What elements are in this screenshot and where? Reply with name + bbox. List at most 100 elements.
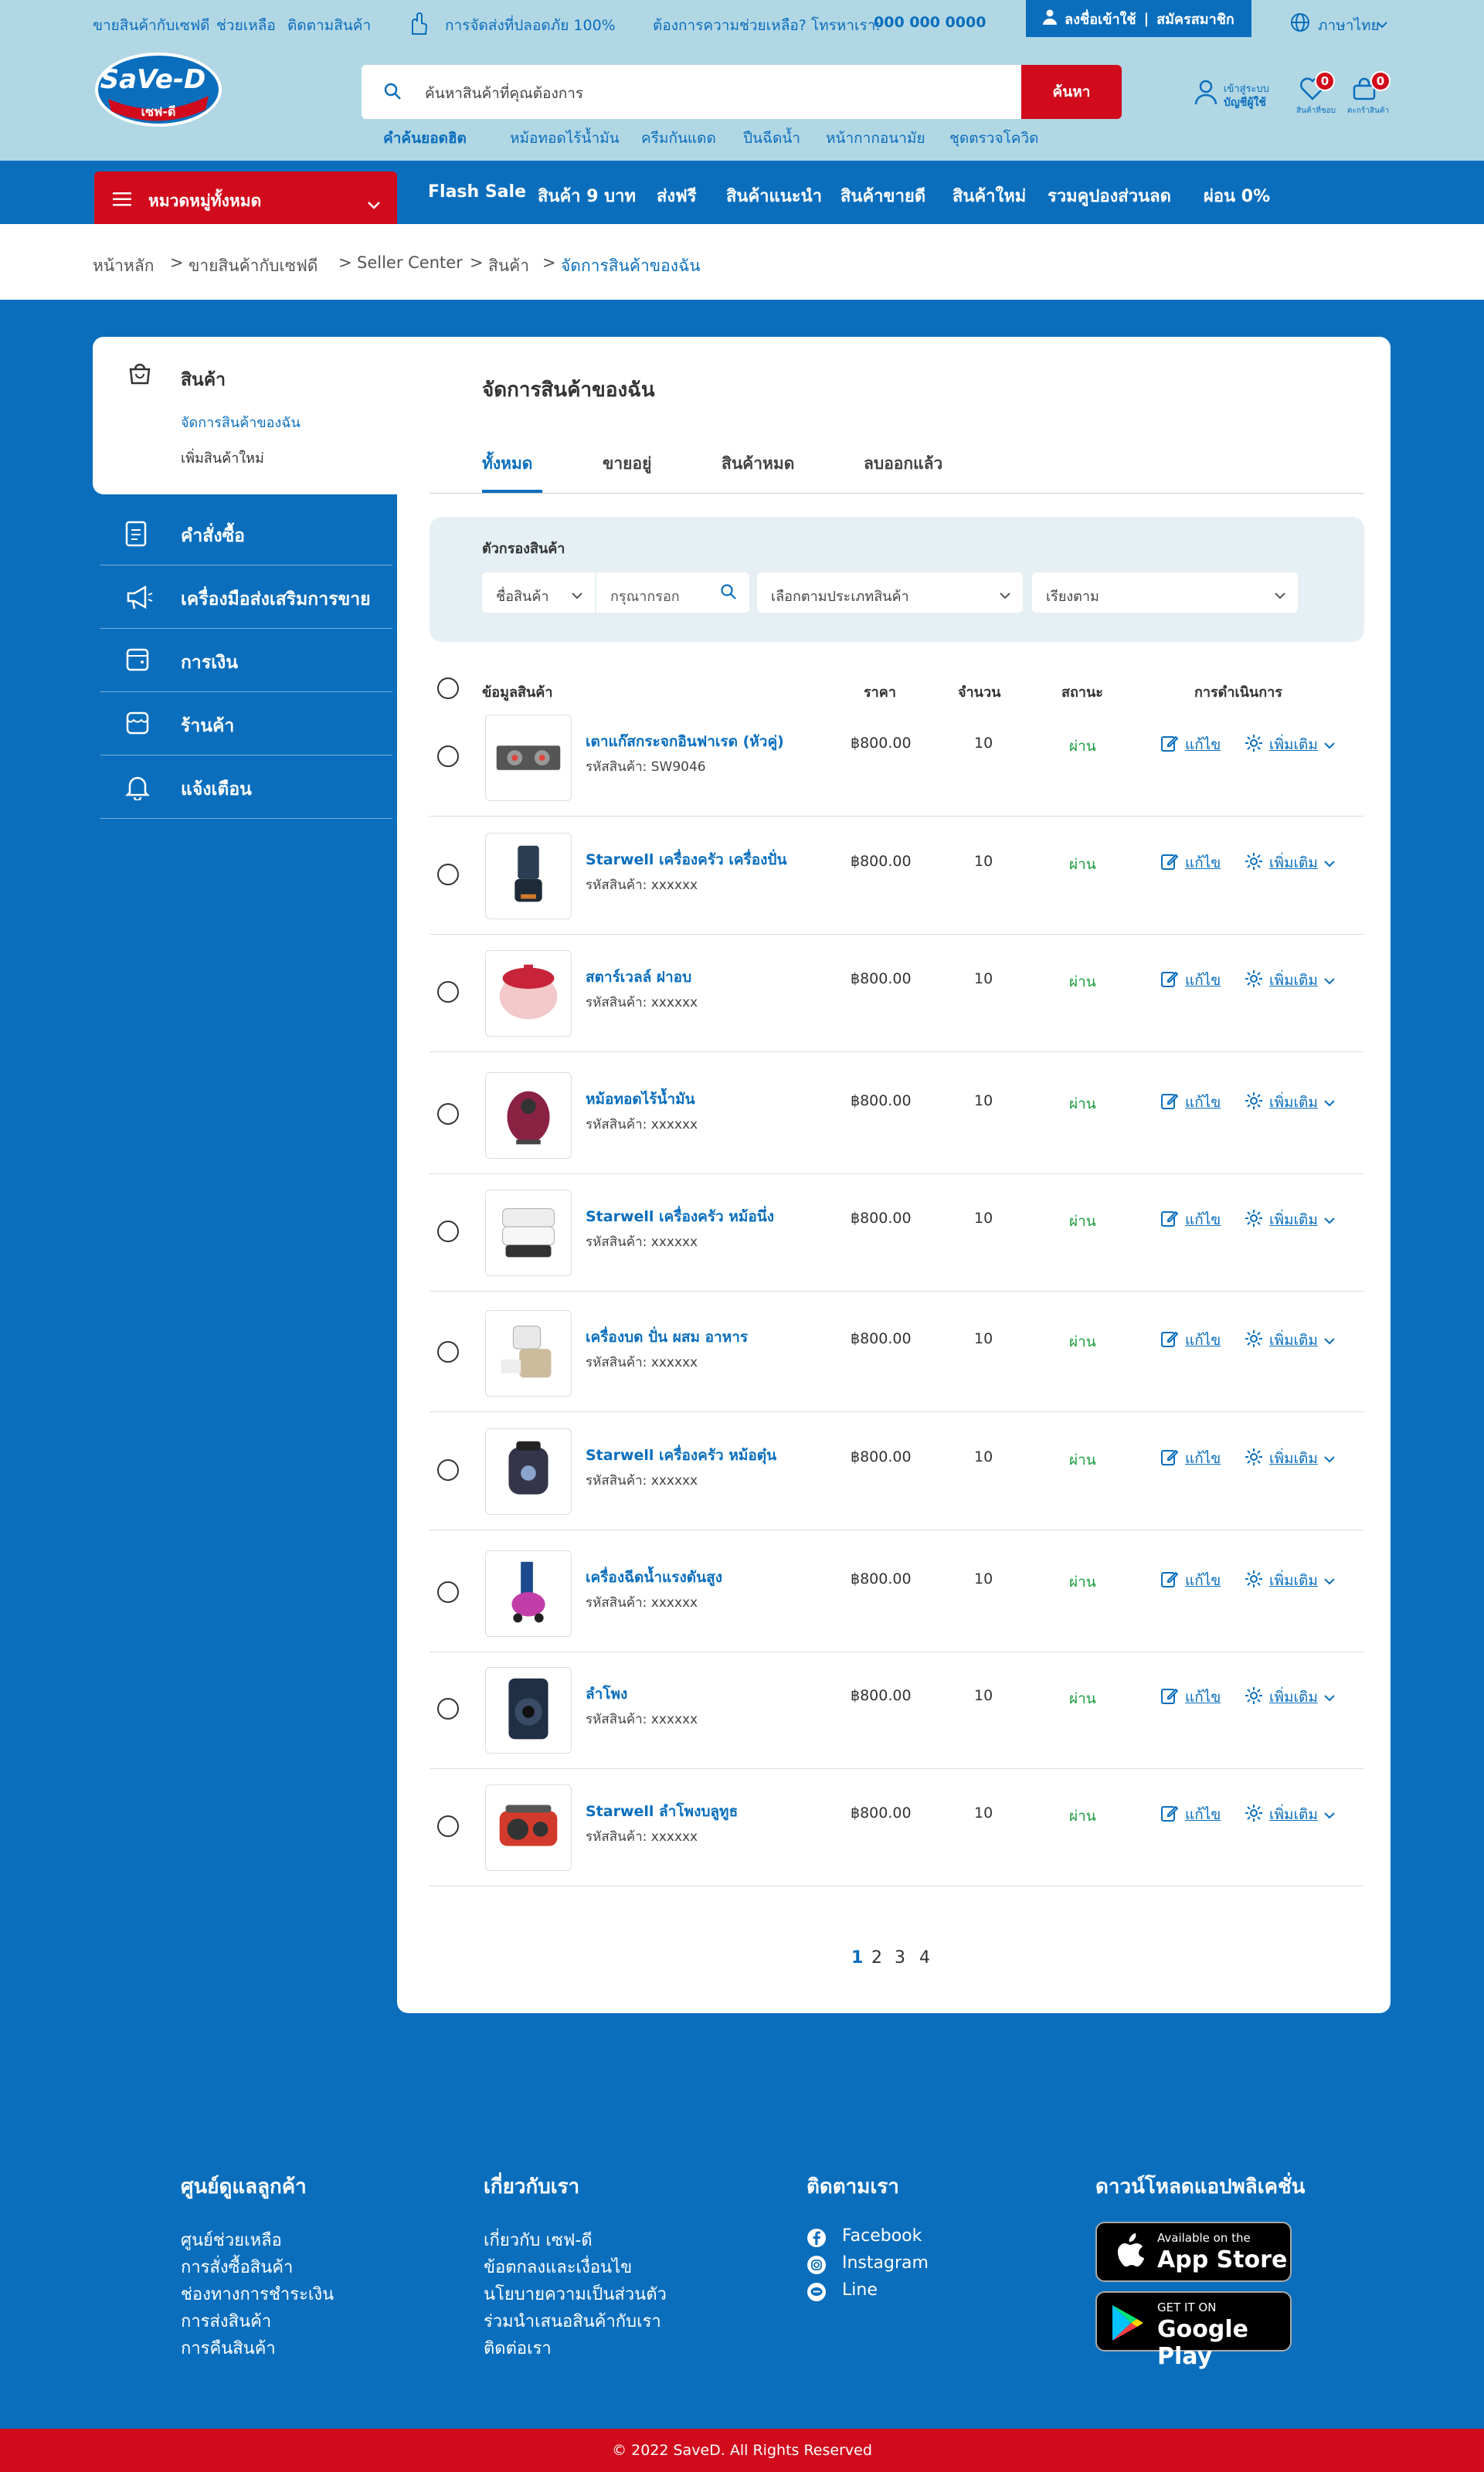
more-actions-button[interactable]: เพิ่มเติม: [1245, 1447, 1335, 1470]
row-select-radio[interactable]: [437, 1698, 459, 1720]
row-select-radio[interactable]: [437, 1221, 459, 1242]
all-categories-button[interactable]: หมวดหมู่ทั้งหมด: [94, 171, 397, 224]
row-select-radio[interactable]: [437, 1103, 459, 1125]
row-select-radio[interactable]: [437, 981, 459, 1003]
sidebar-item-finance[interactable]: การเงิน: [100, 629, 392, 692]
tab-all[interactable]: ทั้งหมด: [482, 451, 532, 477]
edit-button[interactable]: แก้ไข: [1160, 1091, 1221, 1114]
product-name[interactable]: สตาร์เวลล์ ฝาอบ: [586, 966, 691, 989]
product-thumbnail[interactable]: [485, 1428, 572, 1515]
search-button[interactable]: ค้นหา: [1021, 65, 1122, 119]
nav-free-shipping[interactable]: ส่งฟรี: [657, 182, 697, 209]
product-name[interactable]: เตาแก๊สกระจกอินฟาเรด (หัวคู่): [586, 730, 784, 753]
help-phone[interactable]: 000 000 0000: [874, 14, 986, 31]
footer-link[interactable]: การคืนสินค้า: [181, 2334, 276, 2362]
search-icon[interactable]: [720, 583, 737, 604]
row-select-radio[interactable]: [437, 1815, 459, 1837]
footer-link[interactable]: ช่องทางการชำระเงิน: [181, 2280, 334, 2307]
product-thumbnail[interactable]: [485, 715, 572, 801]
breadcrumb-seller-center[interactable]: Seller Center: [357, 253, 463, 272]
product-name[interactable]: Starwell เครื่องครัว หม้อนึ่ง: [586, 1205, 774, 1228]
footer-link[interactable]: การส่งสินค้า: [181, 2307, 271, 2334]
tab-out-of-stock[interactable]: สินค้าหมด: [722, 451, 794, 477]
edit-button[interactable]: แก้ไข: [1160, 1447, 1221, 1470]
product-thumbnail[interactable]: [485, 1310, 572, 1397]
nav-new-products[interactable]: สินค้าใหม่: [953, 182, 1026, 209]
sidebar-item-notifications[interactable]: แจ้งเตือน: [100, 756, 392, 819]
product-thumbnail[interactable]: [485, 1550, 572, 1637]
tab-deleted[interactable]: ลบออกแล้ว: [864, 451, 942, 477]
product-name[interactable]: Starwell เครื่องครัว เครื่องปั่น: [586, 848, 786, 871]
product-name[interactable]: หม้อทอดไร้น้ำมัน: [586, 1088, 695, 1111]
language-select[interactable]: ภาษาไทย: [1318, 14, 1380, 37]
product-thumbnail[interactable]: [485, 1667, 572, 1754]
product-name[interactable]: ลำโพง: [586, 1683, 627, 1706]
product-thumbnail[interactable]: [485, 1072, 572, 1159]
more-actions-button[interactable]: เพิ่มเติม: [1245, 1329, 1335, 1352]
filter-search-input[interactable]: กรุณากรอก: [596, 572, 749, 613]
social-instagram[interactable]: Instagram: [842, 2253, 929, 2273]
nav-flash-sale[interactable]: Flash Sale: [428, 182, 526, 202]
nav-9-baht[interactable]: สินค้า 9 บาท: [538, 182, 636, 209]
more-actions-button[interactable]: เพิ่มเติม: [1245, 1208, 1335, 1231]
filter-category-select[interactable]: เลือกตามประเภทสินค้า: [757, 572, 1023, 613]
footer-link[interactable]: การสั่งซื้อสินค้า: [181, 2253, 293, 2280]
more-actions-button[interactable]: เพิ่มเติม: [1245, 969, 1335, 992]
more-actions-button[interactable]: เพิ่มเติม: [1245, 1569, 1335, 1592]
popular-term[interactable]: หม้อทอดไร้น้ำมัน: [510, 127, 620, 150]
wishlist-button[interactable]: 0 สินค้าที่ชอบ: [1295, 71, 1338, 117]
brand-logo[interactable]: SaVe-D เซฟ-ดี: [93, 51, 224, 128]
edit-button[interactable]: แก้ไข: [1160, 733, 1221, 756]
footer-link[interactable]: ร่วมนำเสนอสินค้ากับเรา: [484, 2307, 661, 2334]
edit-button[interactable]: แก้ไข: [1160, 1686, 1221, 1709]
top-link-help[interactable]: ช่วยเหลือ: [216, 14, 276, 37]
edit-button[interactable]: แก้ไข: [1160, 1569, 1221, 1592]
cart-button[interactable]: 0 ตะกร้าสินค้า: [1347, 71, 1391, 117]
login-link[interactable]: ลงชื่อเข้าใช้: [1065, 8, 1136, 30]
breadcrumb-products[interactable]: สินค้า: [488, 253, 529, 279]
top-link-track[interactable]: ติดตามสินค้า: [287, 14, 371, 37]
row-select-radio[interactable]: [437, 1581, 459, 1603]
account-button[interactable]: เข้าสู่ระบบ บัญชีผู้ใช้: [1193, 77, 1270, 111]
footer-link[interactable]: เกี่ยวกับ เซฟ-ดี: [484, 2226, 593, 2253]
product-name[interactable]: เครื่องฉีดน้ำแรงดันสูง: [586, 1566, 722, 1589]
row-select-radio[interactable]: [437, 1341, 459, 1363]
more-actions-button[interactable]: เพิ่มเติม: [1245, 1686, 1335, 1709]
popular-term[interactable]: ชุดตรวจโควิด: [949, 127, 1039, 150]
edit-button[interactable]: แก้ไข: [1160, 969, 1221, 992]
page-1[interactable]: 1: [851, 1948, 863, 1968]
social-facebook[interactable]: Facebook: [842, 2226, 922, 2246]
nav-coupons[interactable]: รวมคูปองส่วนลด: [1048, 182, 1171, 209]
sidebar-item-promotion[interactable]: เครื่องมือส่งเสริมการขาย: [100, 565, 392, 629]
edit-button[interactable]: แก้ไข: [1160, 1329, 1221, 1352]
product-name[interactable]: Starwell ลำโพงบลูทูธ: [586, 1800, 738, 1823]
page-3[interactable]: 3: [895, 1948, 905, 1968]
footer-link[interactable]: นโยบายความเป็นส่วนตัว: [484, 2280, 667, 2307]
page-2[interactable]: 2: [871, 1948, 882, 1968]
footer-link[interactable]: ศูนย์ช่วยเหลือ: [181, 2226, 282, 2253]
product-thumbnail[interactable]: [485, 833, 572, 919]
tab-selling[interactable]: ขายอยู่: [603, 451, 651, 477]
filter-sort-select[interactable]: เรียงตาม: [1032, 572, 1298, 613]
sidebar-products-title[interactable]: สินค้า: [181, 366, 226, 394]
edit-button[interactable]: แก้ไข: [1160, 1803, 1221, 1826]
product-thumbnail[interactable]: [485, 950, 572, 1037]
google-play-button[interactable]: GET IT ON Google Play: [1095, 2291, 1292, 2370]
product-thumbnail[interactable]: [485, 1784, 572, 1871]
breadcrumb-sell[interactable]: ขายสินค้ากับเซฟดี: [188, 253, 318, 279]
page-4[interactable]: 4: [919, 1948, 930, 1968]
more-actions-button[interactable]: เพิ่มเติม: [1245, 733, 1335, 756]
sidebar-add-product[interactable]: เพิ่มสินค้าใหม่: [181, 447, 264, 469]
social-line[interactable]: Line: [842, 2280, 878, 2300]
product-thumbnail[interactable]: [485, 1190, 572, 1276]
top-link-sell[interactable]: ขายสินค้ากับเซฟดี: [93, 14, 210, 37]
breadcrumb-home[interactable]: หน้าหลัก: [93, 253, 154, 279]
sidebar-item-shop[interactable]: ร้านค้า: [100, 692, 392, 756]
row-select-radio[interactable]: [437, 864, 459, 885]
footer-link[interactable]: ติดต่อเรา: [484, 2334, 552, 2362]
app-store-button[interactable]: Available on the App Store: [1095, 2222, 1292, 2282]
row-select-radio[interactable]: [437, 1459, 459, 1481]
row-select-radio[interactable]: [437, 745, 459, 767]
sidebar-item-orders[interactable]: คำสั่งซื้อ: [100, 502, 392, 565]
nav-installment[interactable]: ผ่อน 0%: [1204, 182, 1270, 209]
